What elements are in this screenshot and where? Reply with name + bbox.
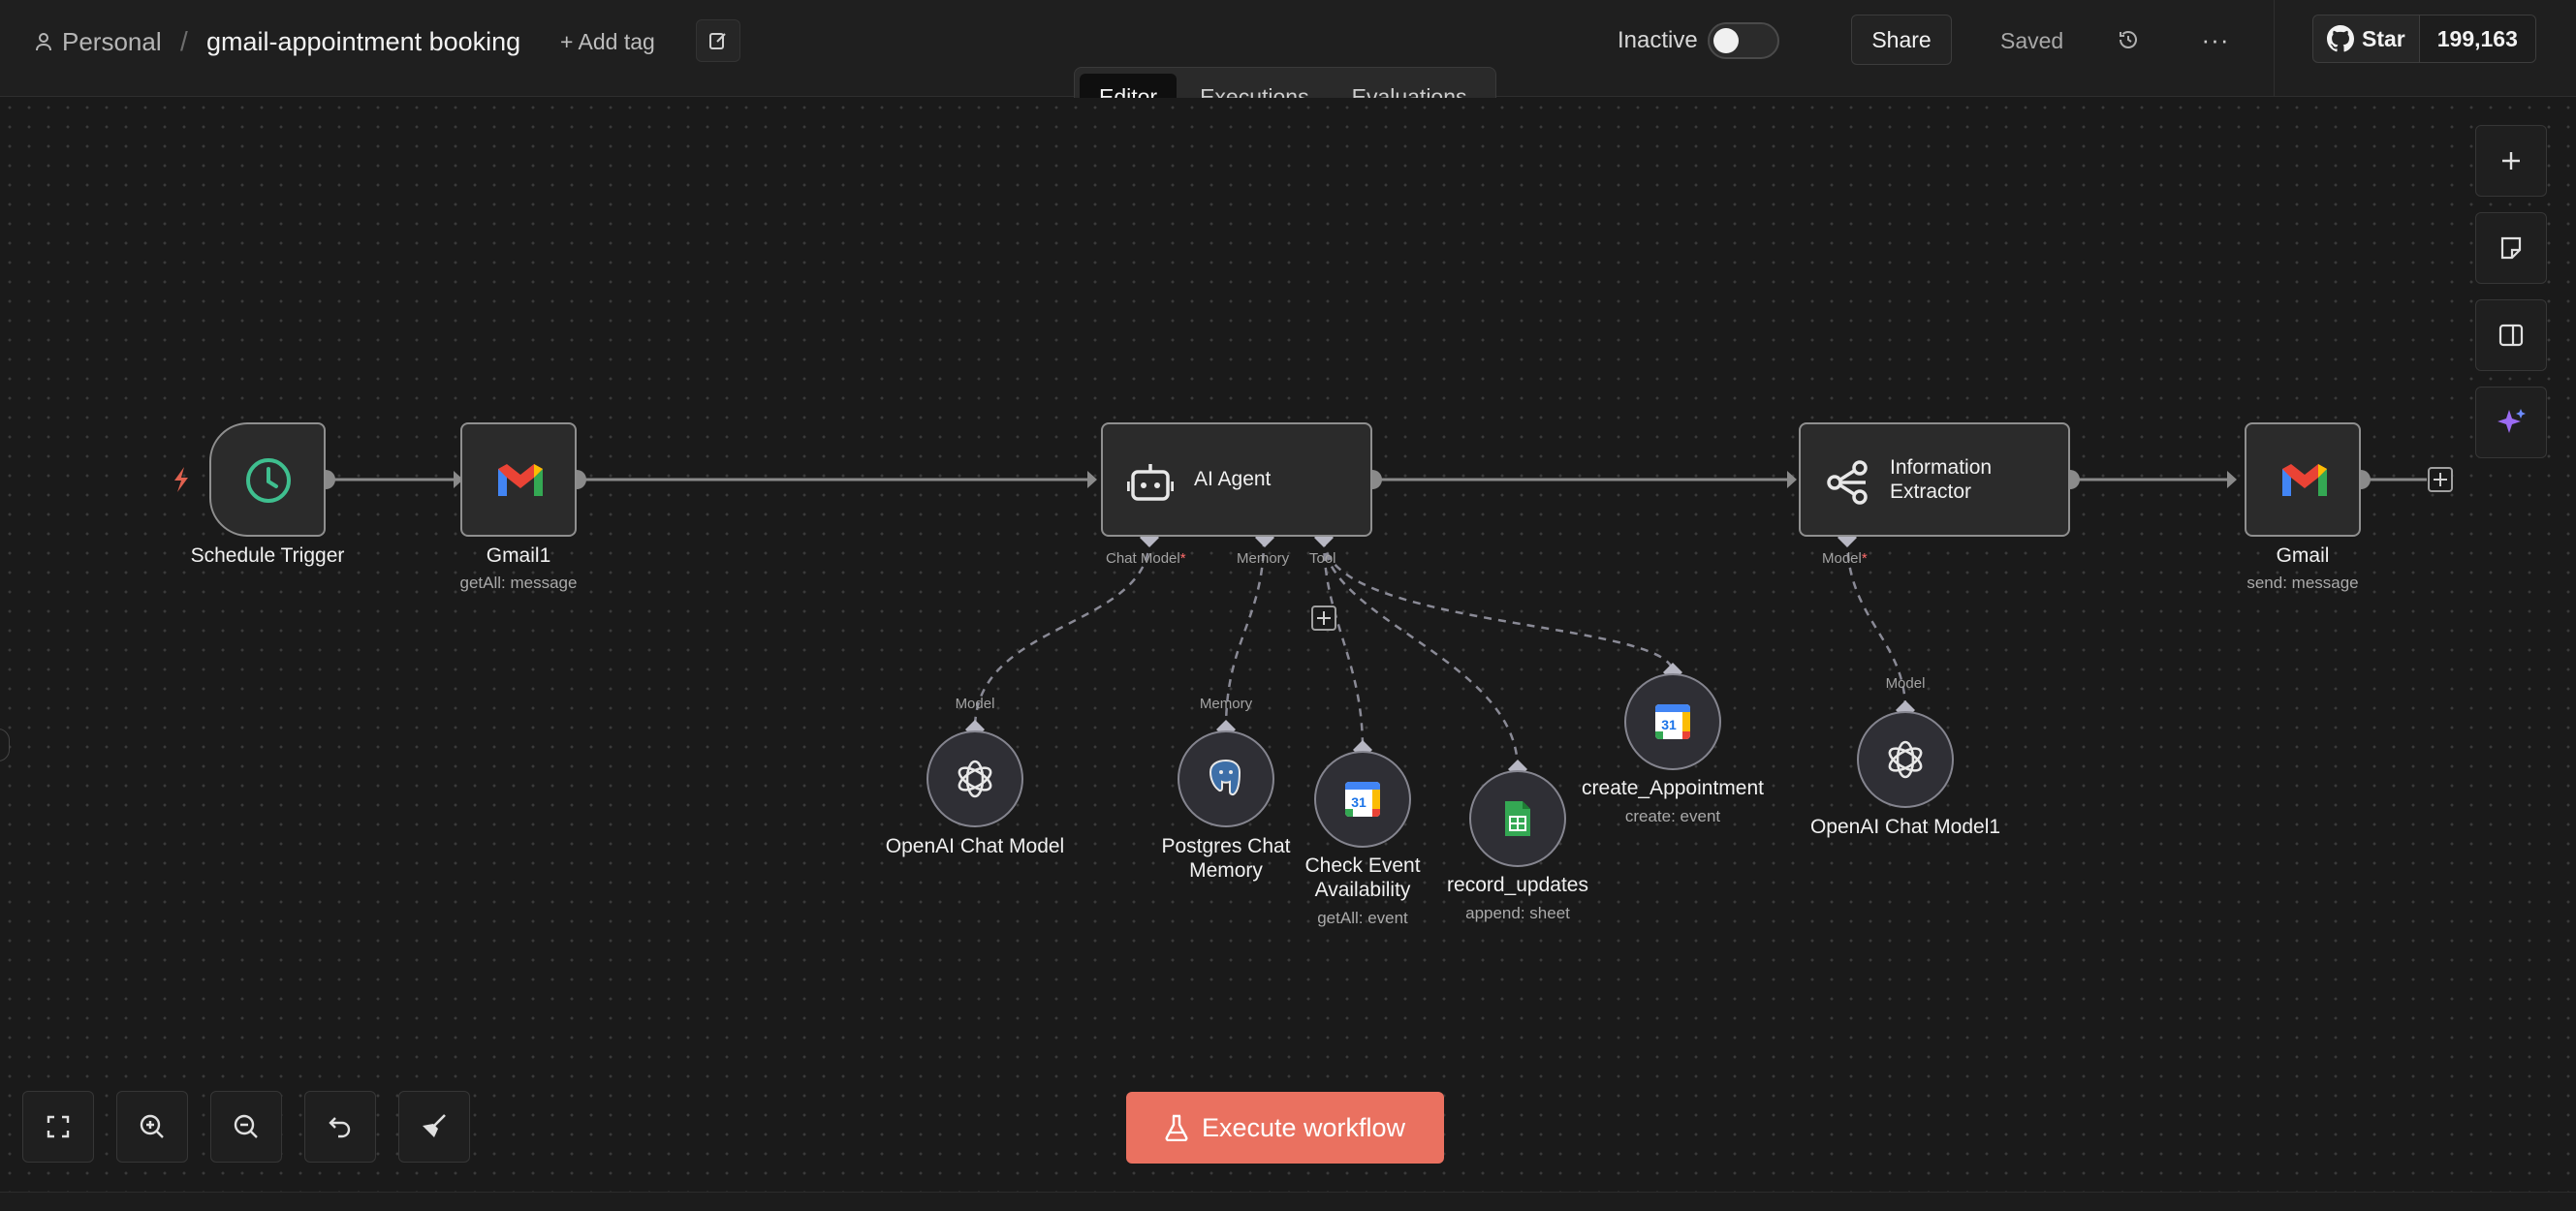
node-openai-chat-model1[interactable] xyxy=(1857,711,1954,808)
node-subtitle-gmail: send: message xyxy=(2246,574,2359,592)
node-label-gmail: Gmail xyxy=(2276,544,2330,567)
node-label-ai-agent: AI Agent xyxy=(1194,468,1272,490)
postgres-icon xyxy=(1209,759,1241,796)
github-star-button[interactable]: Star 199,163 xyxy=(2312,15,2536,63)
more-options-button[interactable]: ··· xyxy=(2194,21,2237,58)
ai-assistant-button[interactable] xyxy=(2475,387,2547,458)
add-node-button[interactable] xyxy=(2475,125,2547,197)
port-label-openai-model: Model xyxy=(955,696,995,712)
toggle-knob xyxy=(1713,28,1739,53)
person-icon xyxy=(36,33,51,51)
node-schedule-trigger[interactable] xyxy=(209,422,326,537)
google-calendar-icon: 31 xyxy=(1345,782,1380,817)
plus-icon xyxy=(2502,152,2520,170)
openai-icon xyxy=(1888,740,1923,779)
google-sheets-icon xyxy=(1505,801,1530,836)
google-calendar-icon: 31 xyxy=(1655,704,1690,739)
history-button[interactable] xyxy=(2111,21,2146,58)
node-information-extractor[interactable]: Information Extractor xyxy=(1799,422,2070,537)
panel-icon xyxy=(2498,324,2524,347)
node-record-updates[interactable] xyxy=(1469,770,1566,867)
execute-workflow-button[interactable]: Execute workflow xyxy=(1126,1092,1444,1164)
undo-icon xyxy=(329,1117,351,1138)
undo-button[interactable] xyxy=(304,1091,376,1163)
node-label-record-updates: record_updates xyxy=(1447,874,1588,896)
add-sticky-note-button[interactable] xyxy=(2475,212,2547,284)
node-create-appointment[interactable]: 31 xyxy=(1624,673,1721,770)
robot-icon xyxy=(1127,464,1174,501)
node-subtitle-create-appointment: create: event xyxy=(1624,807,1721,825)
fit-view-button[interactable] xyxy=(22,1091,94,1163)
port-label-extractor-model-text: Model xyxy=(1822,550,1862,567)
required-marker: * xyxy=(1179,550,1186,567)
node-subtitle-gmail1: getAll: message xyxy=(459,574,578,592)
node-label-line1: Information xyxy=(1890,456,1993,479)
bottom-panel-edge[interactable] xyxy=(0,1192,2576,1211)
breadcrumb-project[interactable]: Personal xyxy=(35,25,162,58)
breadcrumb-separator: / xyxy=(180,26,188,56)
add-tag-button[interactable]: + Add tag xyxy=(560,27,655,56)
flask-icon xyxy=(1165,1114,1188,1141)
header-divider xyxy=(2274,0,2275,97)
zoom-out-button[interactable] xyxy=(210,1091,282,1163)
share-button[interactable]: Share xyxy=(1851,15,1952,65)
saved-status: Saved xyxy=(2000,27,2064,53)
calendar-day: 31 xyxy=(1661,717,1677,732)
node-label-line2: Extractor xyxy=(1890,481,1972,503)
node-label-schedule-trigger: Schedule Trigger xyxy=(190,544,345,567)
node-gmail1[interactable] xyxy=(460,422,577,537)
active-status-label: Inactive xyxy=(1618,27,1698,53)
workflow-name[interactable]: gmail-appointment booking xyxy=(206,25,520,58)
github-icon xyxy=(2327,25,2354,52)
edit-note-icon xyxy=(709,33,726,49)
fullscreen-icon xyxy=(47,1115,70,1138)
node-ai-agent[interactable]: AI Agent xyxy=(1101,422,1372,537)
port-label-memory: Memory xyxy=(1237,550,1290,567)
port-label-chat-model-text: Chat Model xyxy=(1106,550,1180,567)
node-label-openai-chat-model1: OpenAI Chat Model1 xyxy=(1809,816,2001,838)
zoom-out-icon xyxy=(234,1114,258,1138)
broom-icon xyxy=(423,1114,446,1137)
node-subtitle-record-updates: append: sheet xyxy=(1465,904,1570,922)
node-postgres-chat-memory[interactable] xyxy=(1178,730,1274,827)
workflow-canvas[interactable] xyxy=(0,98,2576,1192)
port-label-tool: Tool xyxy=(1309,550,1336,567)
port-label-openai1-model: Model xyxy=(1885,675,1926,692)
toggle-panel-button[interactable] xyxy=(2475,299,2547,371)
node-label-information-extractor: Information Extractor xyxy=(1890,455,1992,504)
extractor-icon xyxy=(1827,460,1868,505)
node-label-create-appointment: create_Appointment xyxy=(1582,777,1764,799)
zoom-in-icon xyxy=(140,1114,164,1138)
github-star-count: 199,163 xyxy=(2419,16,2535,62)
active-toggle[interactable] xyxy=(1708,22,1779,59)
port-label-extractor-model: Model* xyxy=(1822,550,1868,567)
clock-icon xyxy=(246,458,291,503)
zoom-in-button[interactable] xyxy=(116,1091,188,1163)
project-name: Personal xyxy=(62,26,162,56)
sticky-note-icon xyxy=(2500,236,2522,260)
calendar-day: 31 xyxy=(1351,794,1367,810)
node-gmail[interactable] xyxy=(2245,422,2361,537)
node-check-event-availability[interactable]: 31 xyxy=(1314,751,1411,848)
openai-icon xyxy=(958,760,992,798)
node-label-openai-chat-model: OpenAI Chat Model xyxy=(885,835,1065,857)
node-label-gmail1: Gmail1 xyxy=(486,544,551,567)
gmail-icon xyxy=(2282,464,2327,496)
sparkle-icon xyxy=(2497,409,2526,433)
port-label-chat-model: Chat Model* xyxy=(1106,550,1186,567)
tidy-up-button[interactable] xyxy=(398,1091,470,1163)
github-star-label: Star xyxy=(2362,25,2405,51)
port-label-postgres-memory: Memory xyxy=(1199,696,1253,712)
node-openai-chat-model[interactable] xyxy=(927,730,1023,827)
required-marker: * xyxy=(1861,550,1868,567)
history-icon xyxy=(2120,31,2137,48)
edit-description-button[interactable] xyxy=(696,19,740,62)
execute-workflow-label: Execute workflow xyxy=(1201,1112,1406,1142)
gmail-icon xyxy=(498,464,543,496)
